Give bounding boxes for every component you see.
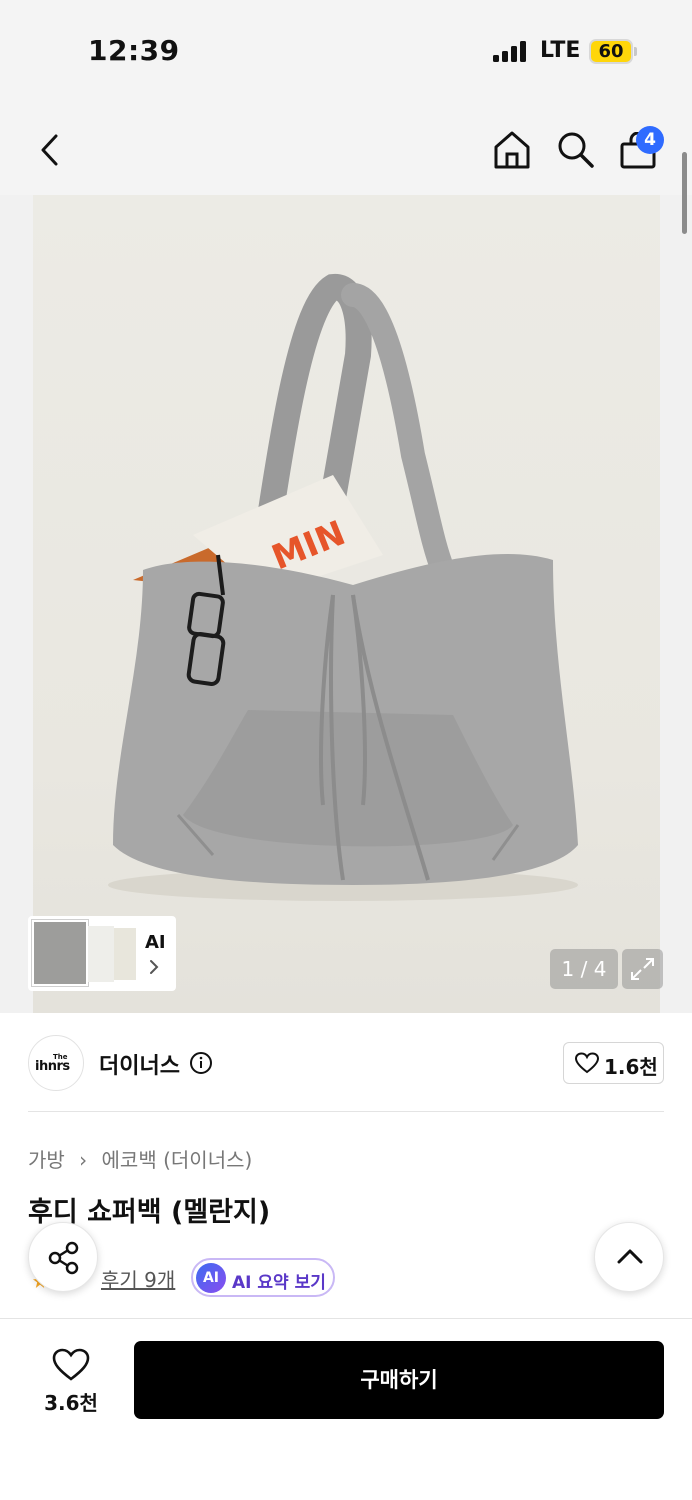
thumbnail-2[interactable]	[88, 926, 114, 982]
product-photo[interactable]: MIN	[33, 195, 660, 1013]
scroll-to-top-button[interactable]	[594, 1222, 664, 1292]
bottom-bar-divider	[0, 1318, 692, 1319]
reviews-link[interactable]: 후기 9개	[101, 1264, 175, 1293]
brand-logo-line2: ihnrs	[35, 1059, 70, 1074]
brand-like-count: 1.6천	[604, 1055, 658, 1079]
image-page-counter: 1 / 4	[550, 949, 618, 989]
thumbnail-strip[interactable]: AI	[28, 916, 176, 991]
ai-badge: AI	[196, 1263, 226, 1293]
battery-icon: 60	[589, 39, 633, 64]
scrollbar[interactable]	[682, 152, 687, 234]
expand-button[interactable]	[622, 949, 663, 989]
status-bar: 12:39 LTE 60	[0, 0, 692, 100]
brand-name[interactable]: 더이너스	[99, 1048, 180, 1080]
product-gallery[interactable]: MIN	[0, 195, 692, 1013]
network-type: LTE	[540, 38, 581, 63]
thumbnail-3[interactable]	[114, 928, 136, 980]
cart-count-badge: 4	[636, 126, 664, 154]
chevron-left-icon[interactable]	[38, 133, 62, 167]
ai-summary-button[interactable]: AI AI 요약 보기	[191, 1258, 335, 1297]
signal-icon	[493, 40, 529, 62]
battery-tip	[634, 47, 637, 56]
breadcrumb-separator-icon: ›	[79, 1148, 88, 1172]
brand-logo[interactable]: The ihnrs	[28, 1035, 84, 1091]
top-navbar	[0, 100, 692, 195]
thumbnail-1[interactable]	[31, 919, 89, 987]
brand-row[interactable]: The ihnrs 더이너스 1.6천	[0, 1013, 692, 1113]
tote-bag-image: MIN	[108, 274, 578, 901]
buy-button[interactable]: 구매하기	[134, 1341, 664, 1419]
home-icon[interactable]	[493, 130, 531, 170]
ai-summary-label: AI 요약 보기	[232, 1273, 326, 1293]
chevron-right-icon	[150, 960, 159, 974]
breadcrumb-item[interactable]: 가방	[28, 1148, 65, 1172]
share-icon	[48, 1241, 79, 1275]
expand-icon	[631, 958, 654, 980]
chevron-up-icon	[617, 1249, 643, 1264]
section-divider	[28, 1111, 664, 1112]
share-button[interactable]	[28, 1222, 98, 1292]
brand-like-button[interactable]: 1.6천	[563, 1042, 664, 1084]
heart-icon	[575, 1052, 599, 1074]
ai-thumbnail-label: AI	[145, 932, 166, 953]
wishlist-button[interactable]: 3.6천	[28, 1342, 114, 1422]
breadcrumb-item[interactable]: 에코백 (더이너스)	[102, 1148, 253, 1172]
heart-icon	[52, 1348, 90, 1381]
wishlist-count: 3.6천	[44, 1391, 98, 1415]
status-time: 12:39	[88, 34, 180, 67]
info-icon[interactable]	[189, 1051, 213, 1075]
search-icon[interactable]	[556, 130, 596, 170]
breadcrumb: 가방 › 에코백 (더이너스)	[28, 1144, 252, 1173]
